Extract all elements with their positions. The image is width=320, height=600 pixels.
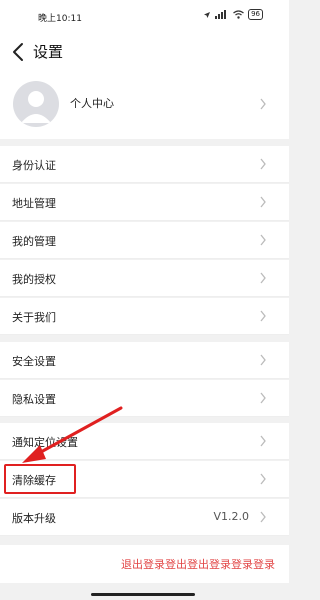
menu-item-label: 身份认证: [12, 159, 56, 172]
location-icon: [204, 11, 211, 18]
page-title: 设置: [33, 43, 64, 61]
logout-label: 退出登录登出登出登录登录登录: [121, 558, 275, 571]
menu-item-address[interactable]: 地址管理: [0, 184, 289, 221]
chevron-right-icon: [260, 196, 266, 208]
profile-label: 个人中心: [70, 97, 114, 110]
menu-item-version[interactable]: 版本升级 V1.2.0: [0, 499, 289, 536]
menu-item-privacy[interactable]: 隐私设置: [0, 380, 289, 417]
wifi-icon: [233, 10, 244, 19]
home-indicator: [91, 593, 195, 596]
status-icons: 96: [203, 9, 263, 20]
chevron-right-icon: [260, 435, 266, 447]
chevron-right-icon: [260, 473, 266, 485]
menu-item-label: 地址管理: [12, 197, 56, 210]
logout-button[interactable]: 退出登录登出登出登录登录登录: [0, 545, 289, 583]
menu-item-label: 安全设置: [12, 355, 56, 368]
menu-item-identity[interactable]: 身份认证: [0, 146, 289, 183]
menu-item-label: 隐私设置: [12, 393, 56, 406]
menu-item-label: 我的管理: [12, 235, 56, 248]
chevron-right-icon: [260, 272, 266, 284]
menu-item-authorization[interactable]: 我的授权: [0, 260, 289, 297]
user-icon: [21, 91, 51, 123]
profile-row[interactable]: 个人中心: [0, 70, 289, 139]
signal-icon: [215, 10, 227, 19]
menu-item-security[interactable]: 安全设置: [0, 342, 289, 379]
highlight-box: [4, 464, 76, 494]
chevron-right-icon: [260, 392, 266, 404]
avatar: [13, 81, 59, 127]
chevron-right-icon: [260, 354, 266, 366]
menu-item-label: 通知定位设置: [12, 436, 78, 449]
menu-item-my-management[interactable]: 我的管理: [0, 222, 289, 259]
chevron-right-icon: [260, 310, 266, 322]
menu-item-about[interactable]: 关于我们: [0, 298, 289, 335]
menu-item-label: 关于我们: [12, 311, 56, 324]
menu-item-label: 我的授权: [12, 273, 56, 286]
chevron-right-icon: [260, 511, 266, 523]
nav-bar: 设置: [0, 34, 289, 70]
menu-item-notification-location[interactable]: 通知定位设置: [0, 423, 289, 460]
version-value: V1.2.0: [213, 510, 249, 523]
chevron-right-icon: [260, 234, 266, 246]
chevron-right-icon: [260, 158, 266, 170]
chevron-right-icon: [260, 98, 266, 110]
battery-icon: 96: [248, 9, 263, 20]
status-bar: 晚上10:11 96: [0, 0, 289, 34]
menu-item-label: 版本升级: [12, 512, 56, 525]
back-button[interactable]: [8, 39, 32, 65]
status-time: 晚上10:11: [38, 14, 82, 24]
